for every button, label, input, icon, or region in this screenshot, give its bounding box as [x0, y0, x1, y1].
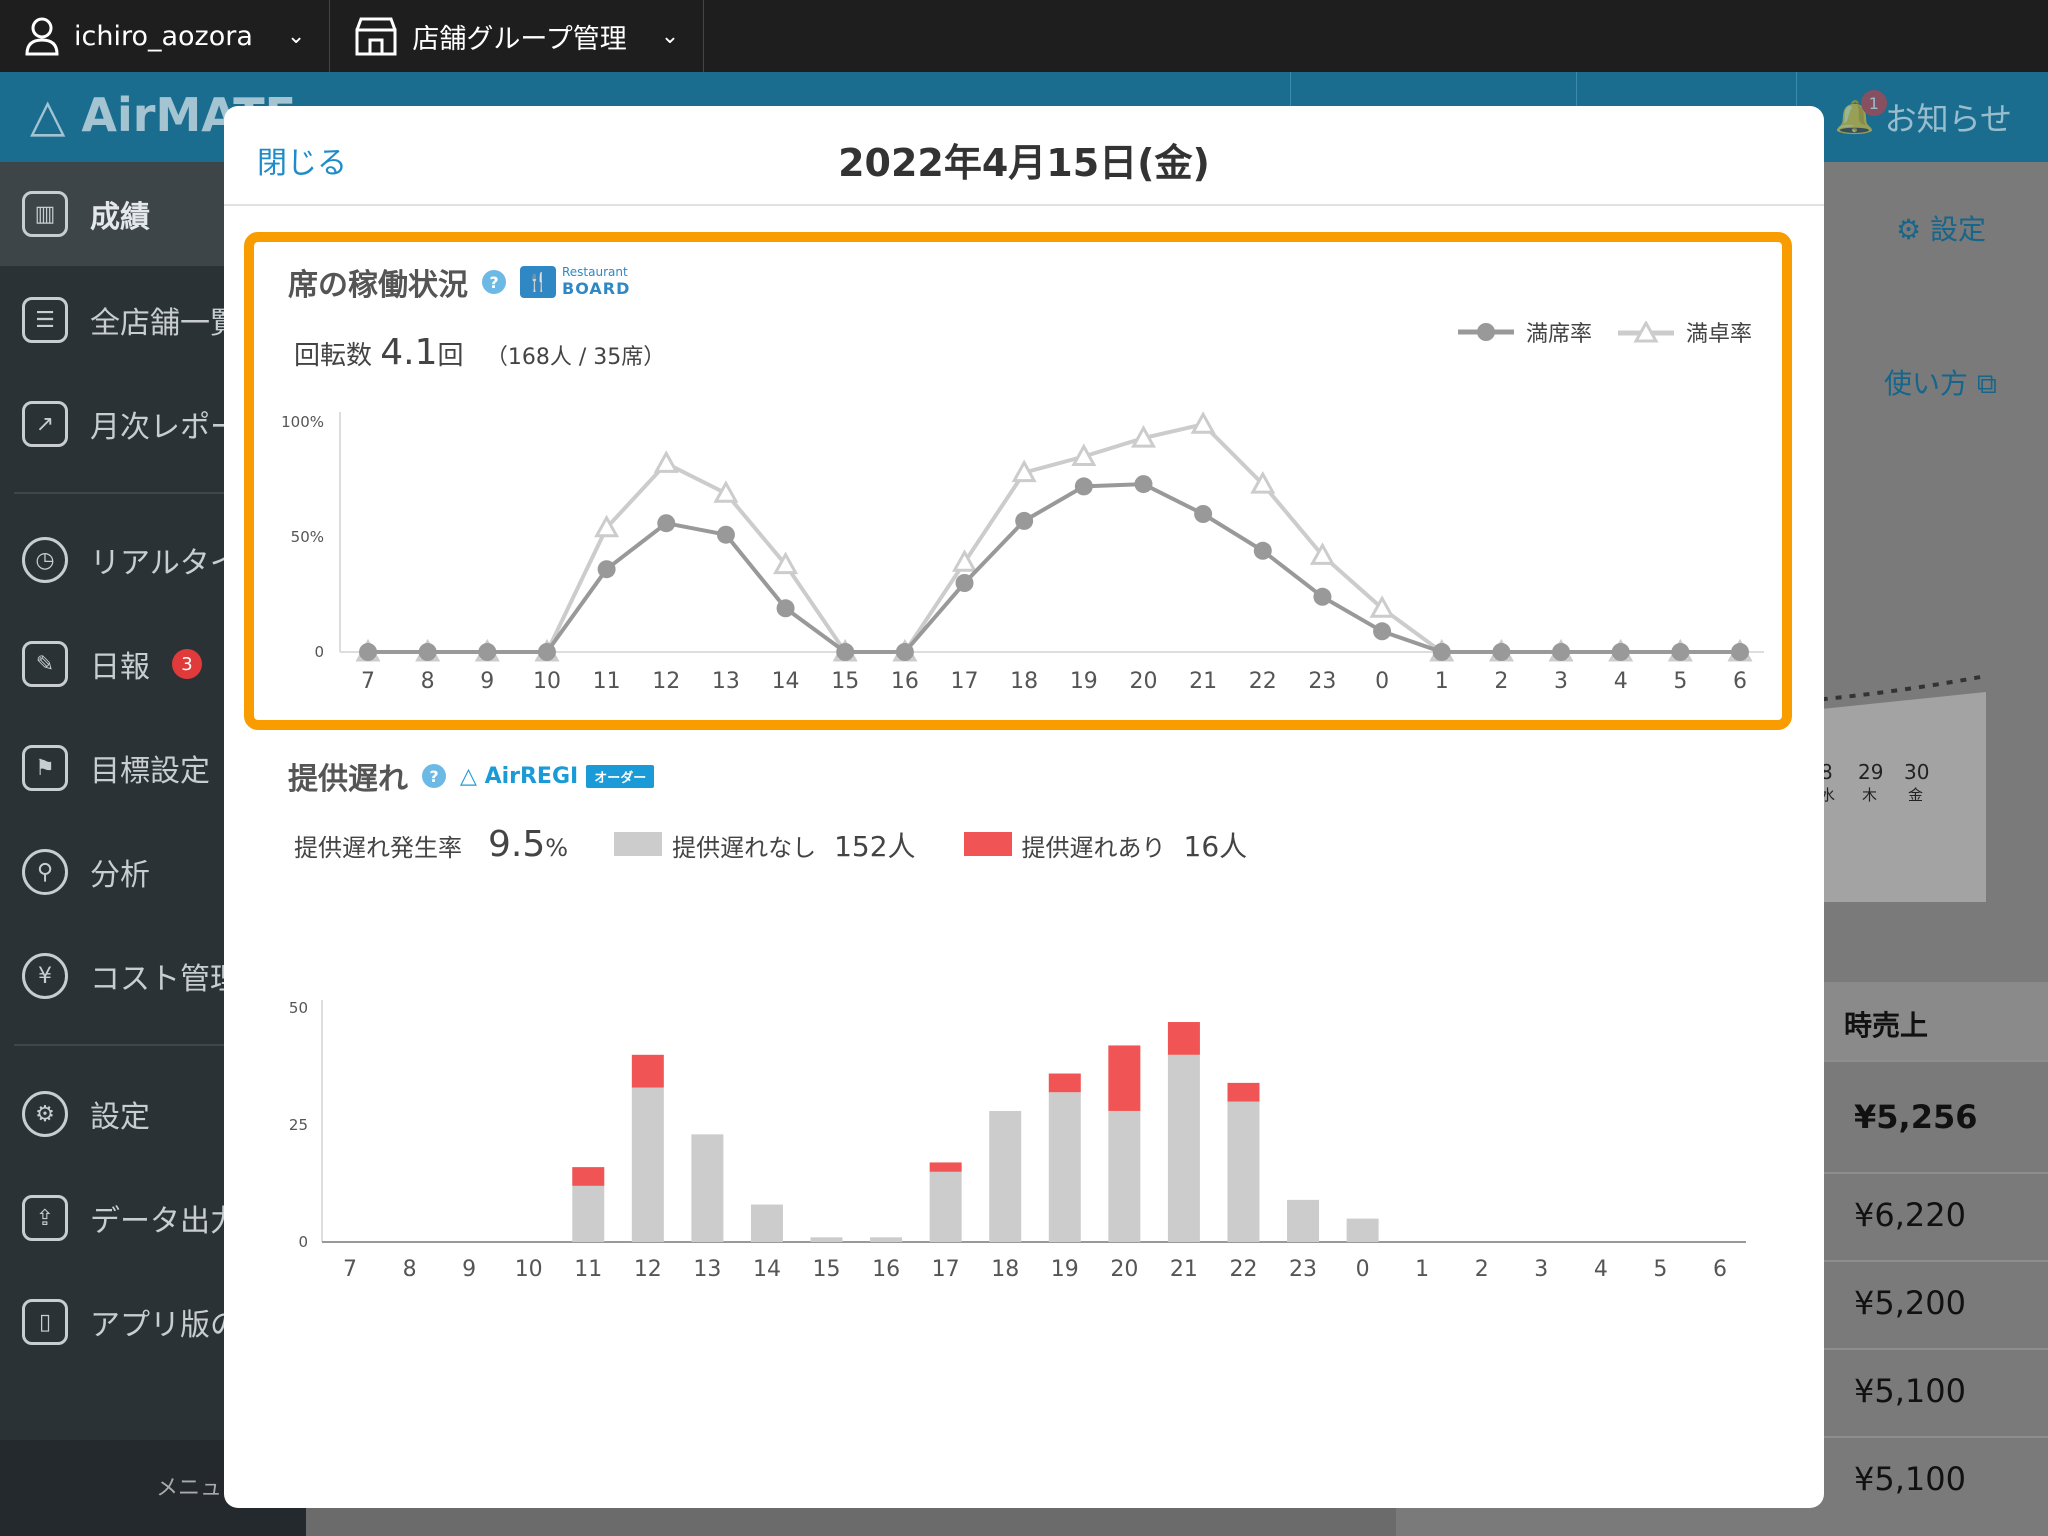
bar-no-delay: [870, 1237, 903, 1242]
sidebar-item-performance[interactable]: ▥ 成績: [22, 184, 150, 244]
sidebar-item-app[interactable]: ▯ アプリ版の: [22, 1292, 240, 1352]
bar-no-delay: [750, 1204, 783, 1242]
bg-date-col: 29: [1858, 760, 1884, 784]
x-tick-label: 23: [1289, 1257, 1317, 1282]
bar-no-delay: [1108, 1110, 1141, 1242]
serving-delay-chart: 025507 8 9 10 11 12 13 14 15 16 17 18 19 20 21 22 23 0 1 2 3…: [289, 999, 1746, 1282]
bg-day-col: 木: [1862, 786, 1878, 804]
notice-label: お知らせ: [1884, 100, 2012, 138]
y-tick-label: 25: [289, 1116, 308, 1134]
daily-report-badge: 3: [172, 649, 202, 679]
store-icon: [355, 17, 397, 56]
bar-delay: [631, 1054, 664, 1088]
bar-no-delay: [1227, 1101, 1260, 1242]
x-tick-label: 18: [991, 1257, 1019, 1282]
x-tick-label: 4: [1594, 1257, 1608, 1282]
sidebar-item-analysis[interactable]: ⚲ 分析: [22, 842, 150, 902]
y-tick-label: 0: [298, 1233, 308, 1251]
howto-link[interactable]: 使い方 ⧉: [1884, 362, 1997, 402]
user-menu[interactable]: ichiro_aozora ⌄: [0, 0, 331, 72]
settings-link[interactable]: ⚙ 設定: [1896, 208, 1986, 248]
x-tick-label: 16: [872, 1257, 900, 1282]
sidebar-item-export[interactable]: ⇪ データ出力: [22, 1188, 240, 1248]
analysis-icon: ⚲: [22, 849, 68, 895]
x-tick-label: 7: [343, 1257, 357, 1282]
bar-no-delay: [1048, 1092, 1081, 1242]
x-tick-label: 6: [1713, 1257, 1727, 1282]
sidebar-item-label: データ出力: [90, 1204, 240, 1239]
x-tick-label: 1: [1415, 1257, 1429, 1282]
notice-badge: 1: [1860, 90, 1887, 116]
sidebar-item-settings[interactable]: ⚙ 設定: [22, 1084, 150, 1144]
calendar-icon: ✎: [22, 641, 68, 687]
x-tick-label: 9: [462, 1257, 476, 1282]
store-group-menu[interactable]: 店舗グループ管理 ⌄: [330, 0, 705, 72]
x-tick-label: 14: [753, 1257, 781, 1282]
x-tick-label: 3: [1534, 1257, 1548, 1282]
x-tick-label: 21: [1170, 1257, 1198, 1282]
sidebar-item-label: 成績: [90, 200, 150, 235]
user-name: ichiro_aozora: [74, 20, 253, 52]
x-tick-label: 8: [403, 1257, 417, 1282]
notice-button[interactable]: 🔔 1 お知らせ: [1835, 90, 2012, 140]
user-icon: [25, 17, 59, 56]
sidebar-item-label: 設定: [90, 1100, 150, 1135]
bar-no-delay: [1287, 1199, 1320, 1242]
x-tick-label: 22: [1229, 1257, 1257, 1282]
sidebar-item-goals[interactable]: ⚑ 目標設定: [22, 738, 210, 798]
daily-detail-modal: 閉じる 2022年4月15日(金) 席の稼働状況 ? 🍴 Restaurant B…: [224, 106, 1824, 1508]
top-bar: ichiro_aozora ⌄ 店舗グループ管理 ⌄: [0, 0, 2048, 72]
flag-icon: ⚑: [22, 745, 68, 791]
sidebar-item-label: 日報: [90, 650, 150, 685]
export-icon: ⇪: [22, 1195, 68, 1241]
bar-no-delay: [691, 1134, 724, 1242]
report-icon: ↗: [22, 401, 68, 447]
bar-delay: [1227, 1082, 1260, 1102]
x-tick-label: 20: [1110, 1257, 1138, 1282]
bg-date-col: 30: [1904, 760, 1930, 784]
bell-icon: 🔔 1: [1835, 90, 1887, 136]
y-tick-label: 50: [289, 999, 308, 1017]
bar-delay: [929, 1162, 962, 1172]
gear-icon: ⚙: [22, 1091, 68, 1137]
bar-no-delay: [1167, 1054, 1200, 1242]
bar-delay: [1167, 1022, 1200, 1055]
sidebar-item-all-stores[interactable]: ☰ 全店舗一覧: [22, 290, 240, 350]
sidebar-item-daily-report[interactable]: ✎ 日報 3: [22, 634, 202, 694]
bar-no-delay: [1346, 1218, 1379, 1242]
bar-delay: [1108, 1045, 1141, 1111]
bar-no-delay: [631, 1087, 664, 1242]
clock-icon: ◷: [22, 537, 68, 583]
sidebar-item-label: 分析: [90, 858, 150, 893]
sidebar-item-label: アプリ版の: [90, 1308, 240, 1343]
x-tick-label: 19: [1051, 1257, 1079, 1282]
sidebar-item-label: 全店舗一覧: [90, 306, 240, 341]
sidebar-item-label: コスト管理: [90, 962, 240, 997]
x-tick-label: 11: [574, 1257, 602, 1282]
x-tick-label: 15: [813, 1257, 841, 1282]
x-tick-label: 12: [634, 1257, 662, 1282]
yen-icon: ¥: [22, 953, 68, 999]
bar-no-delay: [810, 1237, 843, 1242]
bar-no-delay: [989, 1110, 1022, 1242]
bar-no-delay: [572, 1185, 605, 1242]
x-tick-label: 2: [1475, 1257, 1489, 1282]
table-icon: ☰: [22, 297, 68, 343]
bar-delay: [1048, 1073, 1081, 1093]
bar-delay: [572, 1167, 605, 1186]
sidebar-item-cost[interactable]: ¥ コスト管理: [22, 946, 240, 1006]
x-tick-label: 17: [932, 1257, 960, 1282]
store-group-label: 店舗グループ管理: [412, 23, 627, 55]
x-tick-label: 10: [515, 1257, 543, 1282]
sidebar-item-label: 目標設定: [90, 754, 210, 789]
chart-icon: ▥: [22, 191, 68, 237]
x-tick-label: 0: [1356, 1257, 1370, 1282]
bar-no-delay: [929, 1171, 962, 1242]
phone-icon: ▯: [22, 1299, 68, 1345]
chevron-down-icon: ⌄: [286, 23, 306, 49]
chevron-down-icon: ⌄: [660, 23, 680, 49]
x-tick-label: 5: [1653, 1257, 1667, 1282]
bg-day-col: 金: [1908, 786, 1924, 804]
x-tick-label: 13: [693, 1257, 721, 1282]
